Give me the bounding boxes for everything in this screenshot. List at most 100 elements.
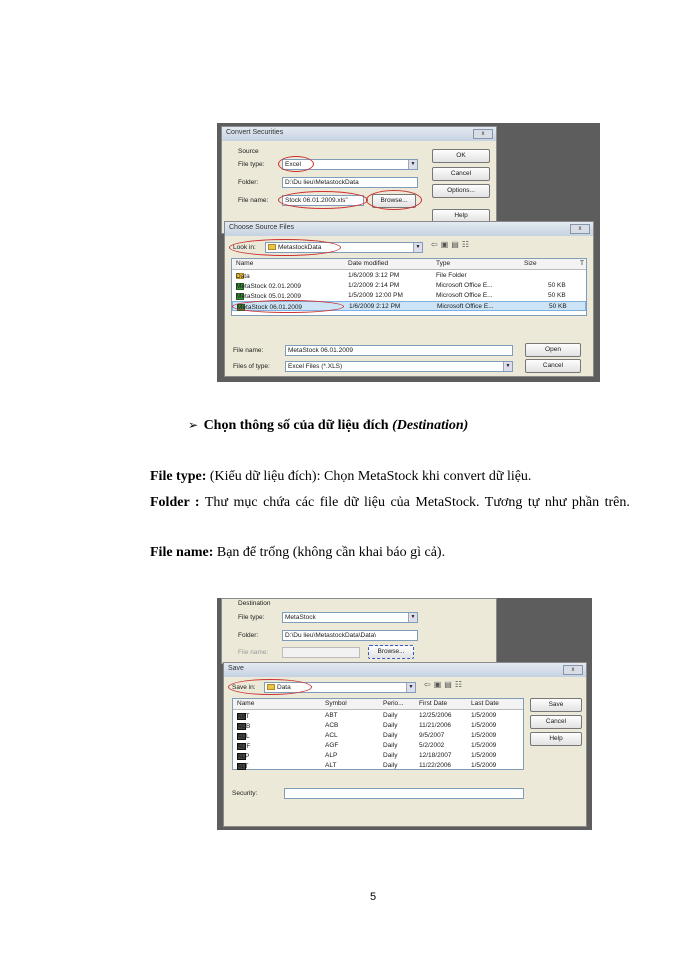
- file-name-label: File name:: [238, 197, 269, 204]
- close-icon[interactable]: x: [570, 224, 590, 234]
- screenshot-convert-source: Convert Securities x Source File type: E…: [217, 123, 600, 382]
- security-label: Security:: [232, 790, 258, 797]
- back-icon[interactable]: ⇦: [424, 680, 434, 689]
- cancel-button[interactable]: Cancel: [432, 167, 490, 181]
- file-type-select[interactable]: MetaStock ▼: [282, 612, 418, 623]
- column-header[interactable]: Last Date: [471, 700, 499, 707]
- heading-text: Chọn thông số của dữ liệu đích: [203, 418, 389, 433]
- save-dialog-title: Save: [228, 665, 244, 672]
- row-period: Daily: [383, 732, 398, 739]
- row-first-date: 5/2/2002: [419, 742, 445, 749]
- row-type: Microsoft Office E...: [436, 282, 493, 289]
- chevron-down-icon[interactable]: ▼: [408, 160, 417, 169]
- row-last-date: 1/5/2009: [471, 742, 497, 749]
- row-first-date: 11/22/2006: [419, 762, 452, 769]
- row-last-date: 1/5/2009: [471, 752, 497, 759]
- convert-dialog-title: Convert Securities: [226, 129, 284, 136]
- choose-source-files-dialog: Choose Source Files x Look in: Metastock…: [224, 221, 594, 377]
- term-file-type: File type:: [150, 469, 207, 484]
- row-symbol: ACB: [325, 722, 339, 729]
- new-folder-icon[interactable]: ▤: [444, 680, 455, 689]
- folder-input[interactable]: D:\Du lieu\MetastockData\Data\: [282, 630, 418, 641]
- ok-button[interactable]: OK: [432, 149, 490, 163]
- security-input[interactable]: [284, 788, 524, 799]
- column-header[interactable]: Name: [236, 260, 253, 267]
- security-row[interactable]: ACL ACL Daily 9/5/2007 1/5/2009: [233, 731, 523, 741]
- toolbar-icons[interactable]: ⇦▣▤☷: [431, 240, 472, 249]
- views-icon[interactable]: ☷: [455, 680, 465, 689]
- cancel-button[interactable]: Cancel: [530, 715, 582, 729]
- folder-input[interactable]: D:\Du lieu\MetastockData: [282, 177, 418, 188]
- choose-dialog-titlebar: Choose Source Files x: [225, 222, 593, 236]
- paragraph-file-type: File type: (Kiểu dữ liệu đích): Chọn Met…: [150, 469, 531, 485]
- row-period: Daily: [383, 742, 398, 749]
- help-button[interactable]: Help: [530, 732, 582, 746]
- file-list-header: Name Date modified Type Size T: [232, 259, 586, 270]
- column-header[interactable]: First Date: [419, 700, 447, 707]
- chevron-down-icon[interactable]: ▼: [413, 243, 422, 252]
- chevron-down-icon[interactable]: ▼: [503, 362, 512, 371]
- row-period: Daily: [383, 712, 398, 719]
- row-date: 1/6/2009 2:12 PM: [349, 303, 401, 310]
- row-type: Microsoft Office E...: [437, 303, 494, 310]
- up-folder-icon[interactable]: ▣: [434, 680, 445, 689]
- folder-label: Folder:: [238, 632, 259, 639]
- file-name-input[interactable]: MetaStock 06.01.2009: [285, 345, 513, 356]
- security-row[interactable]: AGF AGF Daily 5/2/2002 1/5/2009: [233, 741, 523, 751]
- open-button[interactable]: Open: [525, 343, 581, 357]
- column-header[interactable]: T: [580, 260, 584, 267]
- file-type-label: File type:: [238, 614, 265, 621]
- destination-group-label: Destination: [238, 600, 271, 607]
- chevron-down-icon[interactable]: ▼: [406, 683, 415, 692]
- source-group-label: Source: [238, 148, 259, 155]
- files-of-type-value: Excel Files (*.XLS): [288, 363, 343, 370]
- views-icon[interactable]: ☷: [462, 240, 472, 249]
- column-header[interactable]: Type: [436, 260, 450, 267]
- column-header[interactable]: Symbol: [325, 700, 347, 707]
- save-dialog-titlebar: Save x: [224, 663, 586, 677]
- desc-folder: Thư mục chứa các file dữ liệu của MetaSt…: [199, 495, 630, 510]
- highlight-ellipse: [278, 191, 368, 209]
- security-row[interactable]: ALP ALP Daily 12/18/2007 1/5/2009: [233, 751, 523, 761]
- highlight-ellipse: [278, 156, 314, 172]
- row-first-date: 9/5/2007: [419, 732, 445, 739]
- back-icon[interactable]: ⇦: [431, 240, 441, 249]
- chevron-down-icon[interactable]: ▼: [408, 613, 417, 622]
- save-dialog: Save x Save in: Data ▼ ⇦▣▤☷ Name Symbol …: [223, 662, 587, 827]
- list-item[interactable]: Data 1/6/2009 3:12 PM File Folder: [232, 271, 586, 281]
- list-item[interactable]: MetaStock 02.01.2009 1/2/2009 2:14 PM Mi…: [232, 281, 586, 291]
- security-list-header: Name Symbol Perio... First Date Last Dat…: [233, 699, 523, 710]
- close-icon[interactable]: x: [473, 129, 493, 139]
- section-heading: ➢ Chọn thông số của dữ liệu đích (Destin…: [188, 418, 468, 434]
- column-header[interactable]: Perio...: [383, 700, 404, 707]
- term-file-name: File name:: [150, 545, 214, 560]
- files-of-type-select[interactable]: Excel Files (*.XLS) ▼: [285, 361, 513, 372]
- row-date: 1/5/2009 12:00 PM: [348, 292, 403, 299]
- security-row[interactable]: ACB ACB Daily 11/21/2006 1/5/2009: [233, 721, 523, 731]
- term-folder: Folder :: [150, 495, 200, 510]
- desc-file-name: Bạn để trống (không cần khai báo gì cả).: [213, 545, 446, 560]
- file-type-label: File type:: [238, 161, 265, 168]
- row-first-date: 12/25/2006: [419, 712, 452, 719]
- column-header[interactable]: Size: [524, 260, 537, 267]
- browse-button[interactable]: Browse...: [368, 645, 414, 659]
- cancel-button[interactable]: Cancel: [525, 359, 581, 373]
- security-list: Name Symbol Perio... First Date Last Dat…: [232, 698, 524, 770]
- close-icon[interactable]: x: [563, 665, 583, 675]
- file-name-input[interactable]: [282, 647, 360, 658]
- file-list: Name Date modified Type Size T Data 1/6/…: [231, 258, 587, 316]
- column-header[interactable]: Name: [237, 700, 254, 707]
- row-date: 1/2/2009 2:14 PM: [348, 282, 400, 289]
- options-button[interactable]: Options...: [432, 184, 490, 198]
- folder-label: Folder:: [238, 179, 259, 186]
- toolbar-icons[interactable]: ⇦▣▤☷: [424, 680, 465, 689]
- up-folder-icon[interactable]: ▣: [441, 240, 452, 249]
- save-button[interactable]: Save: [530, 698, 582, 712]
- security-row[interactable]: ABT ABT Daily 12/25/2006 1/5/2009: [233, 711, 523, 721]
- desc-file-type: (Kiểu dữ liệu đích): Chọn MetaStock khi …: [206, 469, 532, 484]
- row-size: 50 KB: [548, 282, 566, 289]
- column-header[interactable]: Date modified: [348, 260, 388, 267]
- security-row[interactable]: ALT ALT Daily 11/22/2006 1/5/2009: [233, 761, 523, 771]
- new-folder-icon[interactable]: ▤: [451, 240, 462, 249]
- row-symbol: ALP: [325, 752, 338, 759]
